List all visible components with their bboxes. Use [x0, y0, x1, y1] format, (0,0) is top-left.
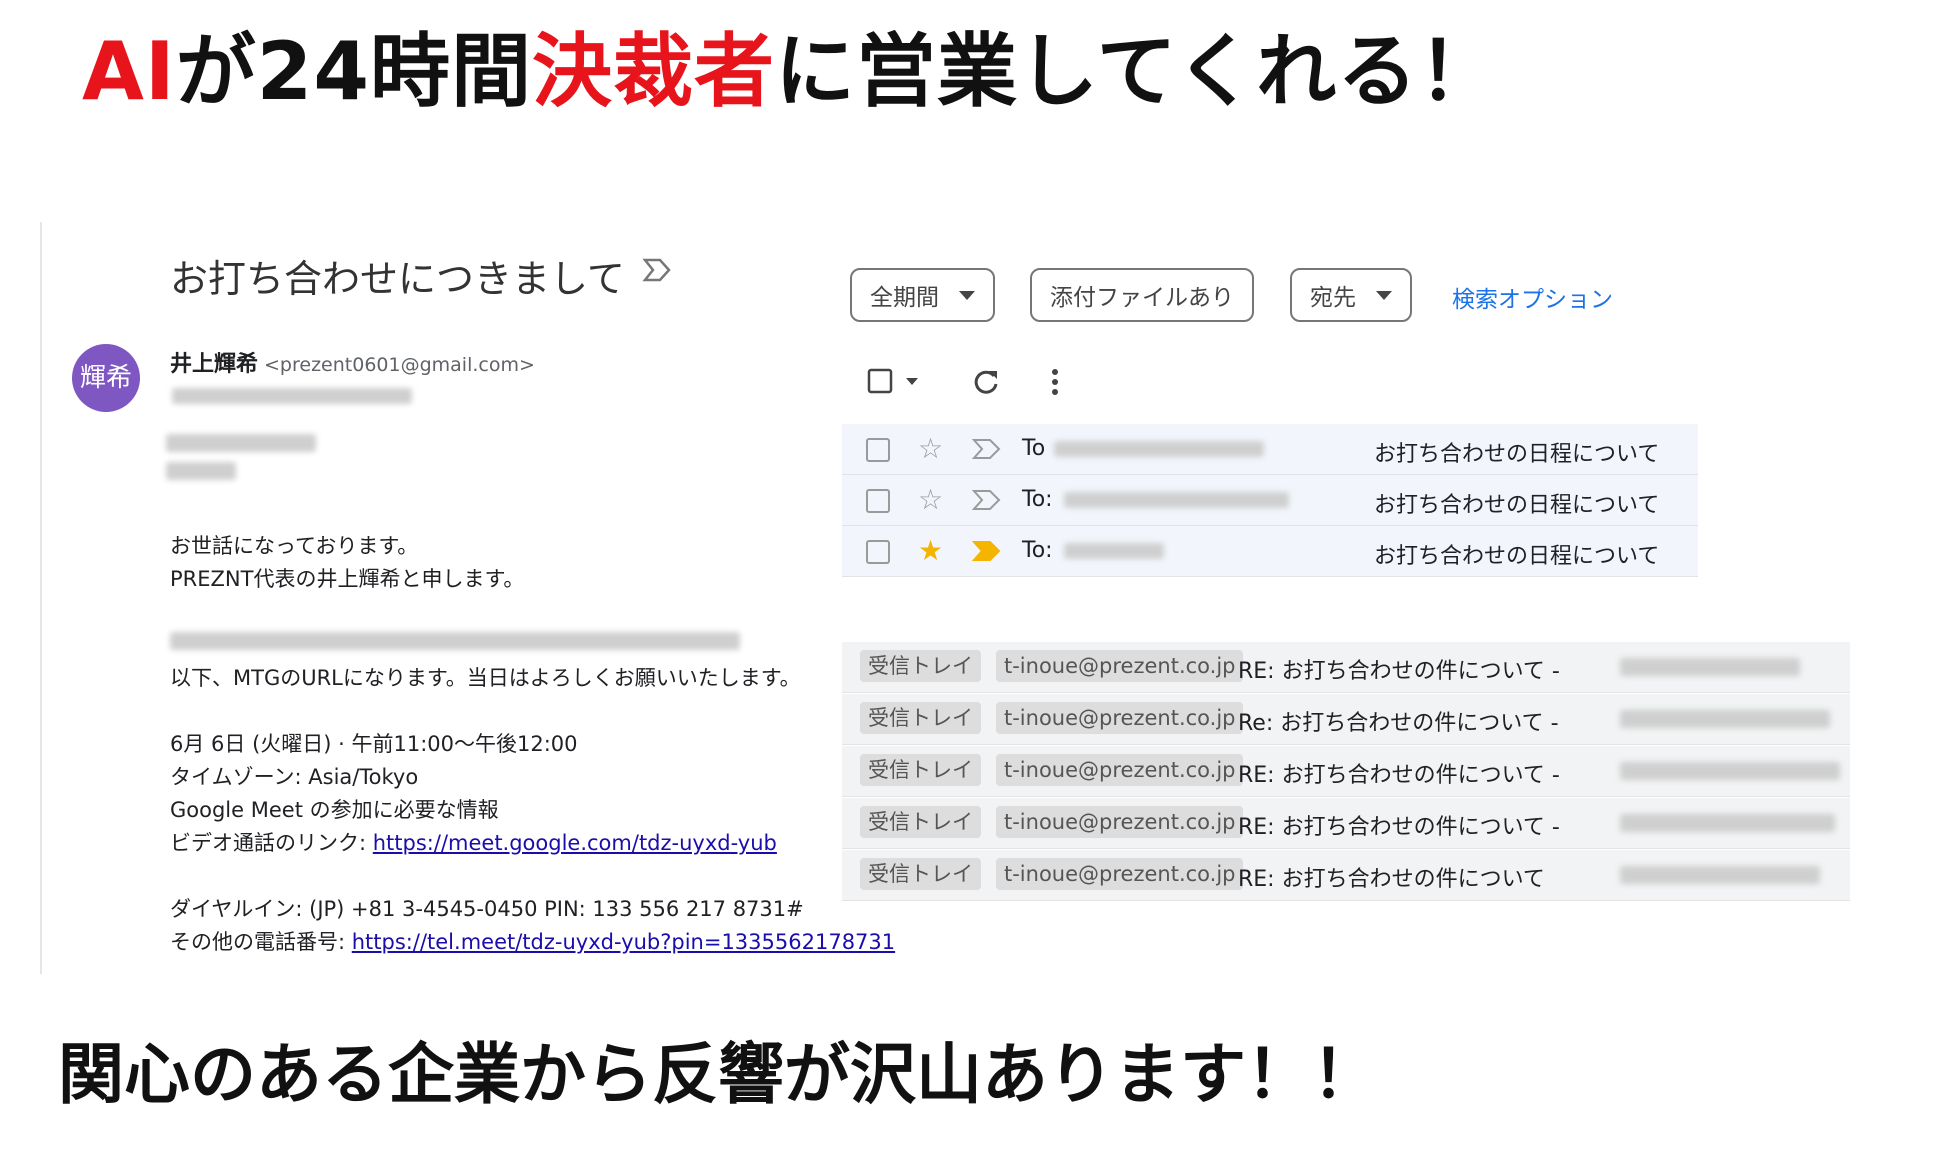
email-subject: お打ち合わせにつきまして: [170, 257, 625, 301]
filter-recipient-chip[interactable]: 宛先: [1290, 268, 1412, 322]
label-inbox[interactable]: 受信トレイ: [860, 858, 981, 890]
headline: AIが24時間決裁者に営業してくれる！: [82, 22, 1499, 122]
headline-24h: が24時間: [175, 25, 533, 118]
filter-period-chip[interactable]: 全期間: [850, 268, 995, 322]
redacted-snippet: [1620, 710, 1830, 728]
other-phone-link[interactable]: https://tel.meet/tdz-uyxd-yub?pin=133556…: [352, 930, 895, 954]
row-recipient-prefix: To:: [1022, 487, 1053, 512]
redacted-recipient: [172, 388, 412, 404]
row-subject: RE: お打ち合わせの件について: [1238, 867, 1545, 892]
redacted-snippet: [1620, 866, 1820, 884]
avatar[interactable]: 輝希: [72, 344, 140, 412]
label-inbox[interactable]: 受信トレイ: [860, 650, 981, 682]
redacted-recipient: [1054, 441, 1264, 457]
sender-name: 井上輝希: [170, 352, 259, 377]
email-intro: PREZNT代表の井上輝希と申します。: [170, 567, 525, 591]
list-item[interactable]: ☆ To: お打ち合わせの日程について: [842, 475, 1698, 526]
label-address[interactable]: t-inoue@prezent.co.jp: [996, 806, 1244, 838]
important-marker-icon[interactable]: [972, 438, 1002, 460]
checkbox-icon[interactable]: [866, 489, 890, 513]
label-address[interactable]: t-inoue@prezent.co.jp: [996, 702, 1244, 734]
email-dial-in: ダイヤルイン: (JP) +81 3-4545-0450 PIN: 133 55…: [170, 897, 804, 921]
redacted-snippet: [1620, 814, 1835, 832]
headline-sales: に営業してくれる！: [775, 25, 1500, 118]
label-inbox[interactable]: 受信トレイ: [860, 702, 981, 734]
redacted-line: [170, 632, 740, 650]
label-inbox[interactable]: 受信トレイ: [860, 754, 981, 786]
star-icon[interactable]: ★: [918, 534, 943, 568]
row-recipient-prefix: To: [1022, 436, 1046, 461]
dropdown-caret-icon: [1376, 290, 1392, 300]
star-icon[interactable]: ☆: [918, 432, 943, 466]
redacted-snippet: [1620, 658, 1800, 676]
email-greeting: お世話になっております。: [170, 534, 419, 558]
more-vert-icon[interactable]: [1048, 366, 1062, 398]
filter-attachment-label: 添付ファイルあり: [1050, 285, 1234, 311]
filter-attachment-chip[interactable]: 添付ファイルあり: [1030, 268, 1254, 322]
important-marker-icon[interactable]: [972, 540, 1002, 562]
email-other-phone-line: その他の電話番号: https://tel.meet/tdz-uyxd-yub?…: [170, 926, 895, 956]
email-datetime: 6月 6日 (火曜日) · 午前11:00～午後12:00: [170, 732, 578, 756]
row-recipient-prefix: To:: [1022, 538, 1053, 563]
sent-list: ☆ To お打ち合わせの日程について ☆ To: お打ち合わせの日程について ★…: [842, 424, 1698, 577]
row-subject: RE: お打ち合わせの件について -: [1238, 659, 1560, 684]
list-item[interactable]: ☆ To お打ち合わせの日程について: [842, 424, 1698, 475]
list-item[interactable]: 受信トレイ t-inoue@prezent.co.jp RE: お打ち合わせの件…: [842, 798, 1850, 849]
redacted-block: [166, 434, 316, 452]
checkbox-icon[interactable]: [866, 438, 890, 462]
row-subject: お打ち合わせの日程について: [1374, 544, 1660, 569]
email-timezone: タイムゾーン: Asia/Tokyo: [170, 765, 419, 789]
list-item[interactable]: ★ To: お打ち合わせの日程について: [842, 526, 1698, 577]
inbox-list: 受信トレイ t-inoue@prezent.co.jp RE: お打ち合わせの件…: [842, 642, 1850, 902]
search-options-link[interactable]: 検索オプション: [1452, 280, 1613, 314]
row-subject: Re: お打ち合わせの件について -: [1238, 711, 1559, 736]
label-address[interactable]: t-inoue@prezent.co.jp: [996, 754, 1244, 786]
label-inbox[interactable]: 受信トレイ: [860, 806, 981, 838]
dropdown-caret-icon: [959, 290, 975, 300]
redacted-block: [166, 462, 236, 480]
important-marker-icon[interactable]: [642, 256, 672, 284]
redacted-recipient: [1064, 492, 1289, 508]
redacted-snippet: [1620, 762, 1840, 780]
star-icon[interactable]: ☆: [918, 483, 943, 517]
important-marker-icon[interactable]: [972, 489, 1002, 511]
headline-ai: AI: [82, 25, 176, 118]
email-meet-info: Google Meet の参加に必要な情報: [170, 798, 499, 822]
list-item[interactable]: 受信トレイ t-inoue@prezent.co.jp RE: お打ち合わせの件…: [842, 850, 1850, 901]
select-all-checkbox[interactable]: [866, 366, 926, 396]
redacted-recipient: [1064, 543, 1164, 559]
filter-period-label: 全期間: [870, 285, 939, 311]
row-subject: RE: お打ち合わせの件について -: [1238, 815, 1560, 840]
list-item[interactable]: 受信トレイ t-inoue@prezent.co.jp RE: お打ち合わせの件…: [842, 746, 1850, 797]
footer-message: 関心のある企業から反響が沢山あります！！: [58, 1036, 1378, 1113]
list-item[interactable]: 受信トレイ t-inoue@prezent.co.jp Re: お打ち合わせの件…: [842, 694, 1850, 745]
video-link[interactable]: https://meet.google.com/tdz-uyxd-yub: [373, 831, 777, 855]
sender-email: <prezent0601@gmail.com>: [264, 354, 535, 376]
checkbox-icon[interactable]: [866, 540, 890, 564]
email-view: お打ち合わせにつきまして 輝希 井上輝希 <prezent0601@gmail.c…: [40, 222, 895, 974]
row-subject: RE: お打ち合わせの件について -: [1238, 763, 1560, 788]
email-video-line: ビデオ通話のリンク: https://meet.google.com/tdz-u…: [170, 827, 777, 857]
label-address[interactable]: t-inoue@prezent.co.jp: [996, 650, 1244, 682]
refresh-icon[interactable]: [970, 366, 1002, 398]
video-link-label: ビデオ通話のリンク:: [170, 831, 373, 855]
other-phone-label: その他の電話番号:: [170, 930, 352, 954]
row-subject: お打ち合わせの日程について: [1374, 493, 1660, 518]
list-item[interactable]: 受信トレイ t-inoue@prezent.co.jp RE: お打ち合わせの件…: [842, 642, 1850, 693]
email-url-line: 以下、MTGのURLになります。当日はよろしくお願いいたします。: [170, 666, 801, 690]
headline-decision-maker: 決裁者: [532, 25, 776, 118]
filter-recipient-label: 宛先: [1310, 285, 1356, 311]
label-address[interactable]: t-inoue@prezent.co.jp: [996, 858, 1244, 890]
row-subject: お打ち合わせの日程について: [1374, 442, 1660, 467]
sender-line: 井上輝希 <prezent0601@gmail.com>: [170, 346, 535, 378]
